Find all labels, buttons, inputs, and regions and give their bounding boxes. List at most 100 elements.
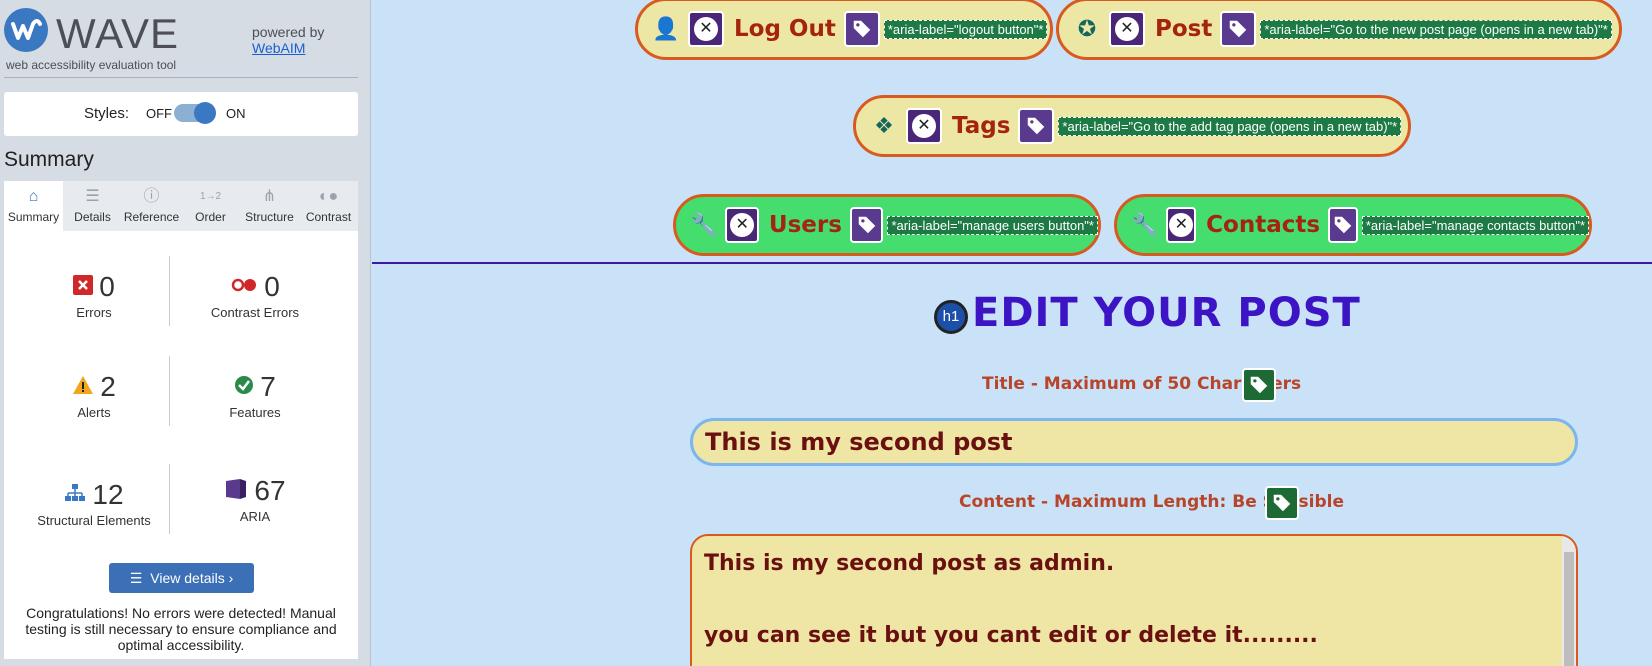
- home-icon: ⌂: [28, 188, 39, 205]
- aria-label-annotation: *aria-label="manage contacts button"*: [1361, 215, 1589, 235]
- wave-header: WAVE web accessibility evaluation tool p…: [0, 0, 371, 78]
- view-details-label: View details ›: [150, 570, 234, 586]
- aria-label-annotation: *aria-label="manage users button"*: [887, 215, 1098, 235]
- textarea-scrollbar[interactable]: [1562, 536, 1576, 666]
- divider-line: [169, 356, 170, 426]
- features-count: 7: [260, 371, 276, 402]
- wave-label-tag-icon: [1265, 486, 1299, 520]
- content-textarea[interactable]: This is my second post as admin. you can…: [690, 534, 1578, 666]
- webaim-link[interactable]: WebAIM: [252, 40, 305, 56]
- tab-label: Details: [74, 210, 111, 224]
- tab-label: Contrast: [305, 210, 352, 224]
- styles-label: Styles:: [84, 105, 130, 122]
- tab-reference[interactable]: ⓘ Reference: [122, 181, 181, 231]
- error-icon: [73, 274, 94, 300]
- content-blank-line: [704, 582, 1564, 618]
- shapes-icon: ❖: [874, 113, 894, 138]
- page-content: 👤 ✕ Log Out *aria-label="logout button"*…: [372, 0, 1652, 666]
- wave-error-icon: ✕: [725, 207, 759, 243]
- stat-contrast-errors[interactable]: 0 Contrast Errors: [180, 271, 330, 320]
- tab-label: Structure: [245, 210, 294, 224]
- structure-icon: [64, 483, 86, 508]
- logout-nav-button[interactable]: 👤 ✕ Log Out *aria-label="logout button"*: [635, 0, 1053, 60]
- tags-label: Tags: [952, 113, 1011, 139]
- tab-contrast[interactable]: ◐● Contrast: [299, 181, 358, 231]
- wave-logo-icon: [4, 8, 48, 52]
- post-label: Post: [1155, 16, 1213, 42]
- stat-aria[interactable]: 67 ARIA: [180, 475, 330, 524]
- structural-label: Structural Elements: [37, 513, 151, 528]
- view-details-button[interactable]: ☰ View details ›: [109, 563, 254, 593]
- styles-toggle-box: Styles: OFF ON: [4, 92, 358, 136]
- styles-off-label: OFF: [146, 106, 172, 121]
- stat-structural[interactable]: 12 Structural Elements: [19, 479, 169, 528]
- star-badge-icon: ✪: [1077, 16, 1097, 41]
- logout-label: Log Out: [734, 16, 836, 42]
- errors-label: Errors: [76, 305, 112, 320]
- wave-sidebar: WAVE web accessibility evaluation tool p…: [0, 0, 371, 666]
- wave-error-icon: ✕: [1166, 207, 1197, 243]
- tab-structure[interactable]: ⋔ Structure: [240, 181, 299, 231]
- tab-label: Summary: [7, 210, 60, 224]
- wave-aria-tag-icon: [1018, 108, 1055, 144]
- stat-alerts[interactable]: 2 Alerts: [19, 371, 169, 420]
- wave-subtitle: web accessibility evaluation tool: [6, 58, 177, 72]
- contrast-icon: ◐●: [318, 188, 339, 205]
- wave-aria-tag-icon: [843, 11, 880, 47]
- stat-errors[interactable]: 0 Errors: [19, 271, 169, 320]
- summary-panel: 0 Errors 0 Contrast Errors 2 Alerts 7 Fe…: [4, 231, 358, 659]
- wave-aria-tag-icon: [1328, 207, 1358, 243]
- post-nav-button[interactable]: ✪ ✕ Post *aria-label="Go to the new post…: [1056, 0, 1622, 60]
- toggle-knob: [194, 102, 216, 124]
- title-input[interactable]: This is my second post: [690, 418, 1578, 466]
- tab-label: Reference: [123, 210, 180, 224]
- contrast-errors-count: 0: [264, 271, 280, 302]
- divider-line: [169, 256, 170, 326]
- contrast-error-icon: [230, 277, 258, 298]
- tab-details[interactable]: ☰ Details: [63, 181, 122, 231]
- summary-heading: Summary: [4, 148, 94, 171]
- wrench-icon: 🔧: [690, 212, 718, 237]
- user-plus-icon: 👤: [652, 16, 680, 41]
- features-label: Features: [229, 405, 281, 420]
- tab-order[interactable]: 1→2 Order: [181, 181, 240, 231]
- wave-tabs: ⌂ Summary ☰ Details ⓘ Reference 1→2 Orde…: [4, 181, 358, 231]
- users-label: Users: [768, 212, 842, 238]
- aria-label-annotation: *aria-label="logout button"*: [883, 19, 1048, 39]
- feature-check-icon: [234, 375, 254, 400]
- aria-label-annotation: *aria-label="Go to the add tag page (ope…: [1058, 116, 1402, 136]
- wrench-icon: 🔧: [1131, 212, 1159, 237]
- styles-toggle[interactable]: [174, 102, 216, 124]
- info-icon: ⓘ: [143, 188, 160, 205]
- aria-label: ARIA: [239, 509, 271, 524]
- tab-summary[interactable]: ⌂ Summary: [4, 181, 63, 231]
- contacts-nav-button[interactable]: 🔧 ✕ Contacts *aria-label="manage contact…: [1114, 194, 1592, 256]
- stat-features[interactable]: 7 Features: [180, 371, 330, 420]
- powered-by-text: powered by: [252, 24, 325, 40]
- congrats-message: Congratulations! No errors were detected…: [25, 605, 337, 653]
- divider-line: [169, 464, 170, 534]
- aria-count: 67: [254, 475, 286, 506]
- alerts-label: Alerts: [77, 405, 111, 420]
- powered-by: powered by WebAIM: [252, 24, 324, 56]
- wave-error-icon: ✕: [906, 108, 942, 144]
- structural-count: 12: [92, 479, 124, 510]
- wave-aria-tag-icon: [849, 207, 884, 243]
- horizontal-rule: [372, 262, 1652, 264]
- alerts-count: 2: [100, 371, 116, 402]
- users-nav-button[interactable]: 🔧 ✕ Users *aria-label="manage users butt…: [673, 194, 1101, 256]
- scrollbar-thumb[interactable]: [1564, 552, 1574, 666]
- wave-error-icon: ✕: [1109, 11, 1145, 47]
- errors-count: 0: [99, 271, 115, 302]
- page-title: EDIT YOUR POST: [972, 290, 1361, 336]
- wave-aria-tag-icon: [1220, 11, 1257, 47]
- tags-nav-button[interactable]: ❖ ✕ Tags *aria-label="Go to the add tag …: [853, 95, 1411, 157]
- wave-error-icon: ✕: [688, 11, 724, 47]
- styles-on-label: ON: [226, 106, 246, 121]
- structure-icon: ⋔: [262, 188, 277, 205]
- aria-label-annotation: *aria-label="Go to the new post page (op…: [1260, 19, 1612, 39]
- wave-h1-icon: h1: [934, 300, 968, 334]
- list-icon: ☰: [129, 570, 143, 586]
- contacts-label: Contacts: [1206, 212, 1321, 238]
- wave-title: WAVE: [56, 10, 180, 57]
